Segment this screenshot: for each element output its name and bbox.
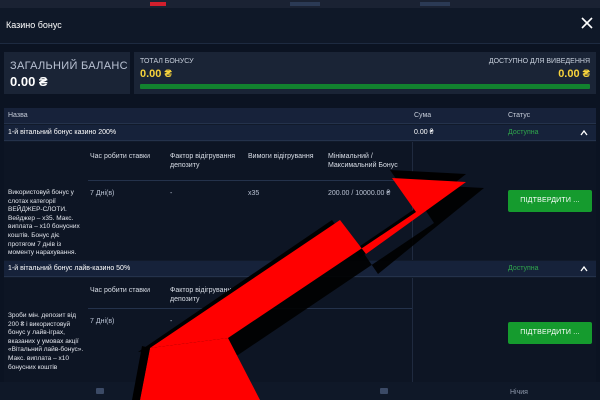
total-balance-label: ЗАГАЛЬНИЙ БАЛАНС (10, 60, 128, 72)
bonus-description: Використовуй бонус у слотах категорії ВЕ… (8, 189, 80, 257)
deposit-factor-value: - (170, 190, 173, 197)
top-strip-accent (150, 2, 166, 6)
bottom-bar-item (380, 388, 388, 394)
confirm-bonus-button[interactable]: ПІДТВЕРДИТИ ... (508, 190, 592, 212)
bottom-bar-item (96, 388, 104, 394)
column-sum-header: Сума (414, 112, 432, 119)
withdrawable-label: ДОСТУПНО ДЛЯ ВИВЕДЕННЯ (488, 58, 590, 65)
column-status-header: Статус (508, 112, 531, 119)
total-balance-value: 0.00 ₴ (10, 74, 48, 89)
wager-requirement-header: Ви (248, 287, 257, 294)
bonus-total-label: ТОТАЛ БОНУСУ (140, 58, 194, 65)
modal-title: Казино бонус (6, 20, 62, 30)
confirm-bonus-button[interactable]: ПІДТВЕРДИТИ ... (508, 322, 592, 344)
top-strip-item (290, 2, 320, 6)
wager-time-header: Час робити ставки (90, 287, 150, 294)
bottom-partial-text: Нічия (510, 389, 528, 396)
bonus-detail: Час робити ставки Фактор відігрування де… (4, 278, 596, 382)
table-header: Назва Сума Статус (4, 108, 596, 124)
wager-time-header: Час робити ставки (90, 153, 150, 160)
bonus-sum: 0.00 ₴ (414, 129, 434, 136)
column-divider (412, 142, 413, 260)
chevron-up-icon[interactable] (580, 265, 588, 273)
withdrawable-value: 0.00 ₴ (558, 68, 590, 80)
deposit-factor-header: Фактор відігрування депозиту (170, 153, 236, 169)
modal-header: Казино бонус (0, 8, 600, 44)
bottom-bar-item (180, 388, 188, 394)
column-name-header: Назва (8, 112, 28, 119)
deposit-factor-header: Фактор відігрування депозиту (170, 287, 236, 303)
wager-time-value: 7 Дні(в) (90, 318, 115, 325)
min-max-header: Мінімальний / Максимальний Бонус (328, 153, 398, 169)
total-balance-card: ЗАГАЛЬНИЙ БАЛАНС 0.00 ₴ (4, 52, 130, 94)
bonus-detail: Час робити ставки Фактор відігрування де… (4, 142, 596, 260)
bonus-total-value: 0.00 ₴ (140, 68, 172, 80)
bonus-progress-bar (140, 84, 590, 89)
bonus-description: Зроби мін. депозит від 200 ₴ і використо… (8, 312, 84, 371)
bottom-bar: Нічия (0, 382, 600, 400)
bonus-table: Назва Сума Статус 1-й вітальний бонус ка… (4, 108, 596, 400)
browser-top-strip (0, 0, 600, 8)
wager-requirement-header: Вимоги відігрування (248, 153, 314, 160)
min-max-value: 200.00 / 10000.00 ₴ (328, 190, 391, 197)
wager-requirement-value: х35 (248, 190, 260, 197)
bonus-status: Доступна (508, 265, 539, 272)
wager-time-value: 7 Дні(в) (90, 190, 115, 197)
deposit-factor-value: - (170, 318, 173, 325)
bonus-name: 1-й вітальний бонус лайв-казино 50% (8, 265, 131, 272)
bonus-summary-card: ТОТАЛ БОНУСУ 0.00 ₴ ДОСТУПНО ДЛЯ ВИВЕДЕН… (134, 52, 596, 94)
close-icon[interactable] (580, 16, 594, 30)
bonus-status: Доступна (508, 129, 539, 136)
top-strip-item (420, 2, 450, 6)
column-divider (412, 278, 413, 382)
detail-divider (88, 308, 412, 309)
bonus-row[interactable]: 1-й вітальний бонус казино 200% 0.00 ₴ Д… (4, 125, 596, 141)
bonus-name: 1-й вітальний бонус казино 200% (8, 129, 117, 136)
chevron-up-icon[interactable] (580, 129, 588, 137)
detail-divider (88, 180, 412, 181)
bonus-row[interactable]: 1-й вітальний бонус лайв-казино 50% Дост… (4, 261, 596, 277)
